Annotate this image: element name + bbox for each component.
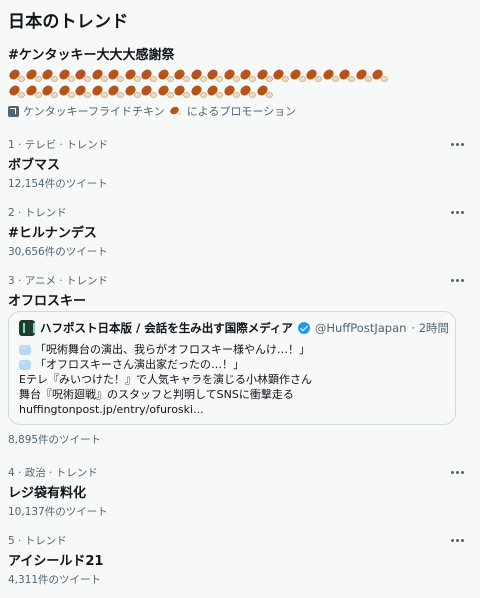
trend-tweet-count: 8,895件のツイート bbox=[8, 434, 102, 446]
promoted-trend-title[interactable]: #ケンタッキー大大大感謝祭 bbox=[8, 44, 472, 63]
drumstick-icon bbox=[140, 68, 157, 82]
news-card-headline: Eテレ『みいつけた！』で人気キャラを演じる小林顕作さん bbox=[19, 373, 312, 386]
drumstick-icon bbox=[107, 68, 124, 82]
more-options-icon[interactable] bbox=[448, 533, 466, 547]
drumstick-emoji-row bbox=[8, 83, 472, 99]
drumstick-icon bbox=[371, 68, 388, 82]
news-card-link[interactable]: huffingtonpost.jp/entry/ofuroski... bbox=[19, 402, 445, 417]
trend-name[interactable]: アイシールド21 bbox=[8, 550, 472, 569]
drumstick-icon bbox=[169, 105, 183, 117]
drumstick-icon bbox=[223, 84, 240, 98]
news-card-time: · 2時間 bbox=[411, 321, 450, 335]
trend-item-4[interactable]: 4 · 政治 · トレンド レジ袋有料化 10,137件のツイート bbox=[8, 465, 472, 519]
drumstick-icon bbox=[91, 84, 108, 98]
promoted-icon bbox=[8, 105, 19, 117]
promoted-by-suffix: によるプロモーション bbox=[186, 105, 297, 118]
promoted-by-line: ケンタッキーフライドチキン によるプロモーション bbox=[8, 103, 472, 119]
news-card-quote-text: 「呪術舞台の演出、我らがオフロスキー様やんけ…！」 bbox=[35, 343, 310, 356]
drumstick-icon bbox=[41, 68, 58, 82]
drumstick-icon bbox=[289, 68, 306, 82]
drumstick-icon bbox=[91, 68, 108, 82]
trend-item-2[interactable]: 2 · トレンド #ヒルナンデス 30,656件のツイート bbox=[8, 205, 472, 259]
more-options-icon[interactable] bbox=[448, 205, 466, 219]
drumstick-icon bbox=[157, 68, 174, 82]
drumstick-icon bbox=[256, 84, 273, 98]
drumstick-icon bbox=[206, 84, 223, 98]
drumstick-icon bbox=[41, 84, 58, 98]
huffpost-avatar[interactable] bbox=[19, 320, 35, 336]
trend-tweet-count: 10,137件のツイート bbox=[8, 506, 108, 518]
news-card-body: 「呪術舞台の演出、我らがオフロスキー様やんけ…！」 「オフロスキーさん演出家だっ… bbox=[19, 341, 445, 417]
drumstick-emoji-rows bbox=[8, 67, 472, 99]
promoted-trend[interactable]: #ケンタッキー大大大感謝祭 ケンタッキーフライドチキン によるプロモーション bbox=[8, 44, 472, 119]
drumstick-icon bbox=[124, 84, 141, 98]
drumstick-icon bbox=[206, 68, 223, 82]
drumstick-icon bbox=[173, 68, 190, 82]
trend-item-1[interactable]: 1 · テレビ · トレンド ボブマス 12,154件のツイート bbox=[8, 137, 472, 191]
drumstick-icon bbox=[338, 68, 355, 82]
drumstick-icon bbox=[25, 68, 42, 82]
drumstick-icon bbox=[190, 84, 207, 98]
drumstick-icon bbox=[74, 68, 91, 82]
drumstick-icon bbox=[58, 68, 75, 82]
panel-title: 日本のトレンド bbox=[8, 12, 129, 32]
drumstick-icon bbox=[223, 68, 240, 82]
trend-meta: 5 · トレンド bbox=[8, 535, 67, 547]
drumstick-icon bbox=[190, 68, 207, 82]
drumstick-icon bbox=[8, 68, 25, 82]
trend-meta: 4 · 政治 · トレンド bbox=[8, 467, 98, 479]
trend-meta: 1 · テレビ · トレンド bbox=[8, 139, 109, 151]
drumstick-icon bbox=[322, 68, 339, 82]
trend-name[interactable]: ボブマス bbox=[8, 154, 472, 173]
trend-item-3[interactable]: 3 · アニメ · トレンド オフロスキー bbox=[8, 273, 472, 309]
trend-tweet-count: 4,311件のツイート bbox=[8, 574, 102, 586]
drumstick-icon bbox=[239, 84, 256, 98]
drumstick-icon bbox=[8, 84, 25, 98]
drumstick-icon bbox=[74, 84, 91, 98]
news-card-author[interactable]: ハフポスト日本版 / 会話を生み出す国際メディア bbox=[40, 320, 293, 336]
news-card-quote-text: 「オフロスキーさん演出家だったの…！」 bbox=[35, 358, 244, 371]
drumstick-icon bbox=[124, 68, 141, 82]
news-card-handle[interactable]: @HuffPostJapan bbox=[315, 321, 407, 335]
trend-meta: 3 · アニメ · トレンド bbox=[8, 275, 108, 287]
drumstick-icon bbox=[140, 84, 157, 98]
news-card-quote: 「呪術舞台の演出、我らがオフロスキー様やんけ…！」 bbox=[19, 341, 445, 357]
news-card-subheadline: 舞台『呪術廻戦』のスタッフと判明してSNSに衝撃走る bbox=[19, 388, 294, 401]
drumstick-icon bbox=[173, 84, 190, 98]
drumstick-icon bbox=[157, 84, 174, 98]
drumstick-icon bbox=[272, 68, 289, 82]
drumstick-icon bbox=[256, 68, 273, 82]
drumstick-icon bbox=[305, 68, 322, 82]
trend-tweet-count: 12,154件のツイート bbox=[8, 178, 108, 190]
news-card-header: ハフポスト日本版 / 会話を生み出す国際メディア @HuffPostJapan … bbox=[19, 320, 449, 336]
trend-meta: 2 · トレンド bbox=[8, 207, 67, 219]
trends-panel: 日本のトレンド #ケンタッキー大大大感謝祭 ケンタッキーフライドチキン によるプロ… bbox=[0, 0, 480, 598]
more-options-icon[interactable] bbox=[448, 273, 466, 287]
trend-name[interactable]: #ヒルナンデス bbox=[8, 222, 472, 241]
news-card-quote: 「オフロスキーさん演出家だったの…！」 bbox=[19, 356, 445, 372]
verified-badge-icon bbox=[297, 322, 310, 334]
drumstick-icon bbox=[239, 68, 256, 82]
trend-item-5[interactable]: 5 · トレンド アイシールド21 4,311件のツイート bbox=[8, 533, 472, 587]
promoted-by-advertiser[interactable]: ケンタッキーフライドチキン bbox=[23, 103, 165, 119]
news-card[interactable]: ハフポスト日本版 / 会話を生み出す国際メディア @HuffPostJapan … bbox=[8, 311, 456, 425]
trend-item-3-count: 8,895件のツイート bbox=[8, 432, 472, 447]
drumstick-icon bbox=[25, 84, 42, 98]
more-options-icon[interactable] bbox=[448, 465, 466, 479]
trend-tweet-count: 30,656件のツイート bbox=[8, 246, 108, 258]
trend-name[interactable]: レジ袋有料化 bbox=[8, 482, 472, 501]
drumstick-icon bbox=[355, 68, 372, 82]
more-options-icon[interactable] bbox=[448, 137, 466, 151]
speech-bubble-icon bbox=[19, 356, 31, 371]
drumstick-icon bbox=[58, 84, 75, 98]
drumstick-emoji-row bbox=[8, 67, 472, 83]
drumstick-icon bbox=[107, 84, 124, 98]
speech-bubble-icon bbox=[19, 341, 31, 356]
trend-name[interactable]: オフロスキー bbox=[8, 290, 472, 309]
